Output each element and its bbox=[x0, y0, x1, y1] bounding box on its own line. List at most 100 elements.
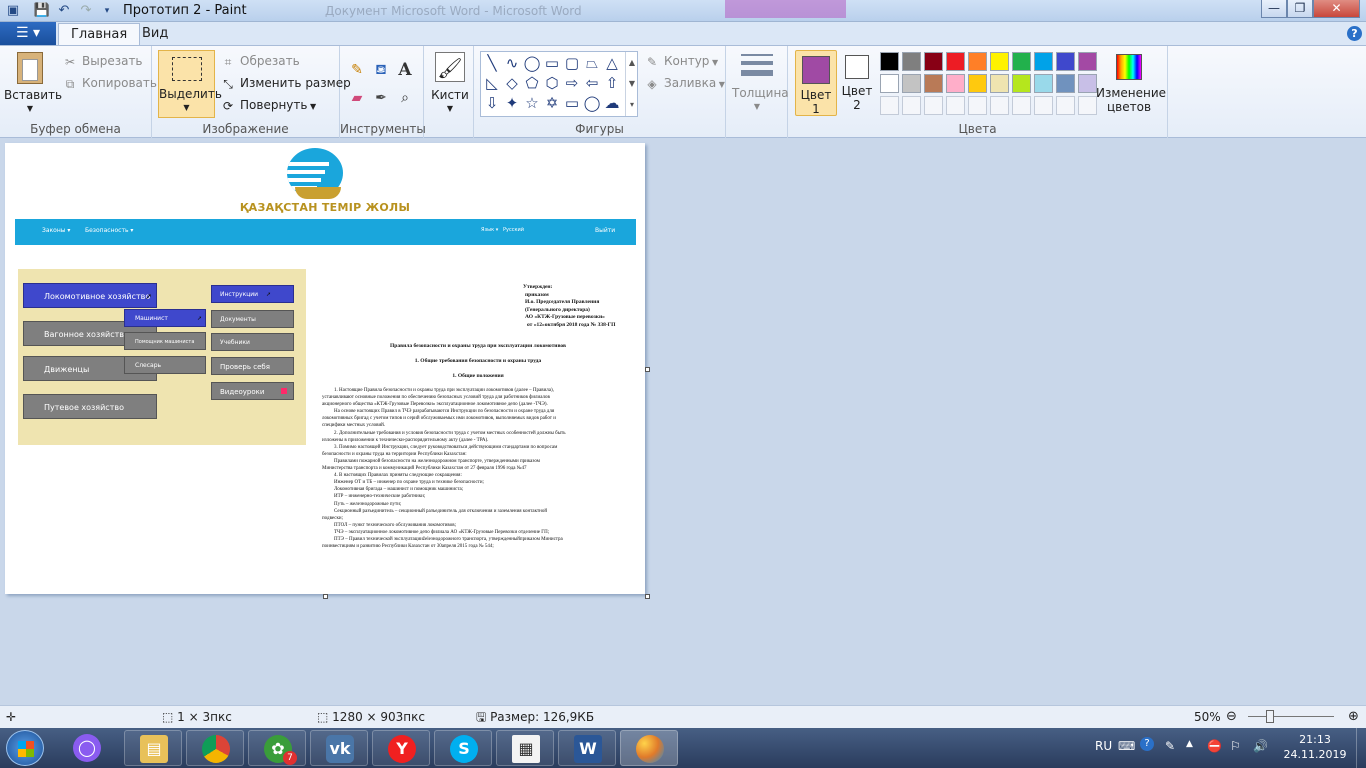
rectangle-shape-icon[interactable]: ▭ bbox=[543, 54, 561, 72]
five-point-star-shape-icon[interactable]: ☆ bbox=[523, 94, 541, 112]
volume-icon[interactable]: 🔊 bbox=[1253, 739, 1268, 753]
rounded-rectangle-shape-icon[interactable]: ▢ bbox=[563, 54, 581, 72]
help-tray-icon[interactable]: ? bbox=[1140, 737, 1154, 751]
palette-swatch[interactable] bbox=[1078, 74, 1097, 93]
copy-button[interactable]: ⧉ Копировать bbox=[62, 73, 157, 93]
magnifier-icon[interactable]: ⌕ bbox=[395, 88, 415, 108]
crop-button[interactable]: ⌗ Обрезать bbox=[220, 51, 300, 71]
close-button[interactable]: ✕ bbox=[1313, 0, 1360, 18]
palette-swatch[interactable] bbox=[902, 74, 921, 93]
palette-swatch[interactable] bbox=[968, 52, 987, 71]
taskbar-notepad[interactable]: ▦ bbox=[496, 730, 554, 766]
taskbar-chrome[interactable] bbox=[186, 730, 244, 766]
fill-button[interactable]: ◈ Заливка ▼ bbox=[644, 73, 725, 95]
quick-access-dropdown-icon[interactable]: ▾ bbox=[98, 2, 116, 20]
nav-language[interactable]: Язык ▾ Русский bbox=[481, 227, 524, 233]
eraser-icon[interactable]: ▰ bbox=[347, 88, 367, 108]
callout-oval-shape-icon[interactable]: ◯ bbox=[583, 94, 601, 112]
hexagon-shape-icon[interactable]: ⬡ bbox=[543, 74, 561, 92]
callout-rect-shape-icon[interactable]: ▭ bbox=[563, 94, 581, 112]
triangle-shape-icon[interactable]: △ bbox=[603, 54, 621, 72]
right-menu-item[interactable]: Учебники bbox=[211, 333, 294, 351]
pentagon-shape-icon[interactable]: ⬠ bbox=[523, 74, 541, 92]
palette-swatch[interactable] bbox=[1078, 96, 1097, 115]
taskbar-word[interactable]: W bbox=[558, 730, 616, 766]
palette-swatch[interactable] bbox=[1012, 52, 1031, 71]
maximize-button[interactable]: ❐ bbox=[1287, 0, 1313, 18]
line-shape-icon[interactable]: ╲ bbox=[483, 54, 501, 72]
brushes-button[interactable]: 🖌 Кисти ▼ bbox=[430, 52, 470, 116]
zoom-in-button[interactable]: ⊕ bbox=[1348, 706, 1359, 728]
tab-view[interactable]: Вид bbox=[130, 23, 180, 45]
palette-swatch[interactable] bbox=[1078, 52, 1097, 71]
submenu-item[interactable]: Слесарь bbox=[124, 356, 206, 374]
palette-swatch[interactable] bbox=[990, 52, 1009, 71]
palette-swatch[interactable] bbox=[880, 74, 899, 93]
palette-swatch[interactable] bbox=[1056, 74, 1075, 93]
palette-swatch[interactable] bbox=[946, 96, 965, 115]
help-icon[interactable]: ? bbox=[1347, 26, 1362, 41]
palette-swatch[interactable] bbox=[880, 96, 899, 115]
four-point-star-shape-icon[interactable]: ✦ bbox=[503, 94, 521, 112]
diamond-shape-icon[interactable]: ◇ bbox=[503, 74, 521, 92]
palette-swatch[interactable] bbox=[968, 74, 987, 93]
tab-home[interactable]: Главная bbox=[58, 23, 141, 45]
palette-swatch[interactable] bbox=[902, 96, 921, 115]
nav-safety[interactable]: Безопасность ▾ bbox=[85, 227, 133, 234]
palette-swatch[interactable] bbox=[924, 74, 943, 93]
down-arrow-shape-icon[interactable]: ⇩ bbox=[483, 94, 501, 112]
size-button[interactable]: Толщина ▼ bbox=[732, 54, 789, 114]
resize-handle[interactable] bbox=[323, 594, 328, 599]
taskbar-yandex[interactable]: Y bbox=[372, 730, 430, 766]
right-menu-item[interactable]: Документы bbox=[211, 310, 294, 328]
edit-colors-button[interactable]: Изменение цветов bbox=[1096, 54, 1166, 114]
right-menu-item[interactable]: Проверь себя bbox=[211, 357, 294, 375]
clock[interactable]: 21:13 24.11.2019 bbox=[1283, 732, 1347, 762]
cut-button[interactable]: ✂ Вырезать bbox=[62, 51, 143, 71]
palette-swatch[interactable] bbox=[990, 96, 1009, 115]
nav-logout[interactable]: Выйти bbox=[595, 227, 615, 234]
keyboard-icon[interactable]: ⌨ bbox=[1118, 739, 1135, 753]
callout-cloud-shape-icon[interactable]: ☁ bbox=[603, 94, 621, 112]
palette-swatch[interactable] bbox=[1012, 74, 1031, 93]
palette-swatch[interactable] bbox=[968, 96, 987, 115]
shapes-gallery[interactable]: ╲ ∿ ◯ ▭ ▢ ⏢ △ ◺ ◇ ⬠ ⬡ ⇨ ⇦ ⇧ ⇩ ✦ ☆ ✡ ▭ ◯ … bbox=[480, 51, 638, 117]
pen-icon[interactable]: ✎ bbox=[1165, 739, 1175, 753]
palette-swatch[interactable] bbox=[1034, 74, 1053, 93]
resize-handle[interactable] bbox=[645, 594, 650, 599]
color-picker-icon[interactable]: ✒ bbox=[371, 88, 391, 108]
left-menu-item[interactable]: Путевое хозяйство bbox=[23, 394, 157, 419]
zoom-out-button[interactable]: ⊖ bbox=[1226, 706, 1237, 728]
minimize-button[interactable]: — bbox=[1261, 0, 1287, 18]
palette-swatch[interactable] bbox=[946, 52, 965, 71]
color2-button[interactable]: Цвет 2 bbox=[838, 55, 876, 112]
fill-bucket-icon[interactable]: ⛾ bbox=[371, 60, 391, 80]
palette-swatch[interactable] bbox=[880, 52, 899, 71]
shapes-scroll-icon[interactable]: ▲ ▼ ▾ bbox=[625, 52, 638, 116]
outline-button[interactable]: ✎ Контур ▼ bbox=[644, 51, 718, 73]
right-menu-item[interactable]: Инструкции ➚ bbox=[211, 285, 294, 303]
palette-swatch[interactable] bbox=[1056, 96, 1075, 115]
submenu-item[interactable]: Помощник машиниста bbox=[124, 332, 206, 350]
palette-swatch[interactable] bbox=[1056, 52, 1075, 71]
flag-icon[interactable]: ⚐ bbox=[1230, 739, 1241, 753]
zoom-slider-thumb[interactable] bbox=[1266, 710, 1274, 723]
nav-laws[interactable]: Законы ▾ bbox=[42, 227, 70, 234]
network-warning-icon[interactable]: ⛔ bbox=[1207, 739, 1222, 753]
taskbar-skype[interactable]: S bbox=[434, 730, 492, 766]
pencil-icon[interactable]: ✎ bbox=[347, 60, 367, 80]
taskbar-explorer[interactable]: ▤ bbox=[124, 730, 182, 766]
undo-icon[interactable]: ↶ bbox=[55, 2, 73, 20]
resize-handle[interactable] bbox=[645, 367, 650, 372]
tray-expand-icon[interactable]: ▲ bbox=[1186, 739, 1193, 749]
canvas-area[interactable]: ҚАЗАҚСТАН ТЕМІР ЖОЛЫ Законы ▾ Безопаснос… bbox=[0, 138, 1366, 705]
taskbar-app-badge[interactable]: ✿ 7 bbox=[248, 730, 306, 766]
rotate-button[interactable]: ⟳ Повернуть ▼ bbox=[220, 95, 316, 117]
start-button[interactable] bbox=[6, 730, 44, 766]
up-arrow-shape-icon[interactable]: ⇧ bbox=[603, 74, 621, 92]
palette-swatch[interactable] bbox=[990, 74, 1009, 93]
canvas[interactable]: ҚАЗАҚСТАН ТЕМІР ЖОЛЫ Законы ▾ Безопаснос… bbox=[5, 143, 645, 594]
redo-icon[interactable]: ↷ bbox=[77, 2, 95, 20]
submenu-item[interactable]: Машинист ➚ bbox=[124, 309, 206, 327]
six-point-star-shape-icon[interactable]: ✡ bbox=[543, 94, 561, 112]
